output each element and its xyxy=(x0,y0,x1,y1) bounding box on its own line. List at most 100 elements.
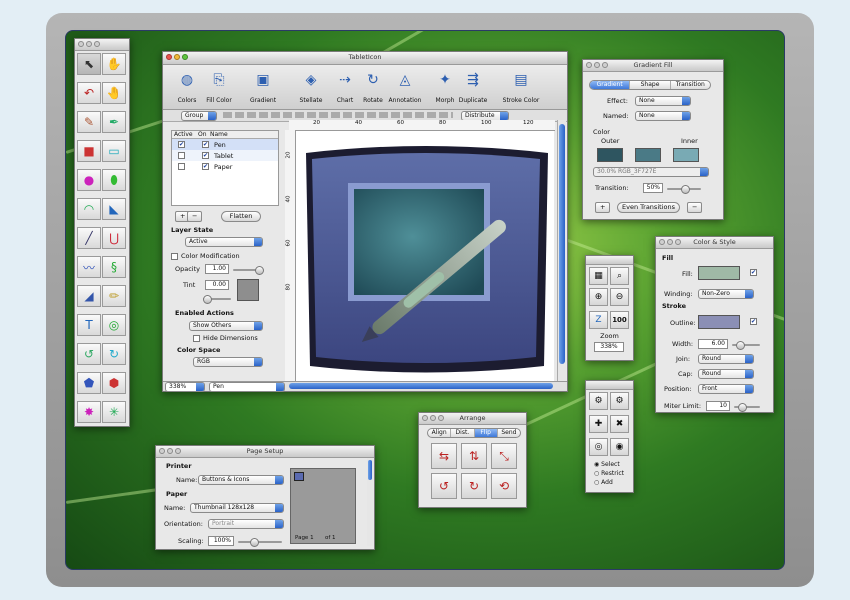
select-tool-icon[interactable]: ⚙ xyxy=(589,392,608,410)
toolbar-duplicate-button[interactable]: ⇶ Duplicate xyxy=(453,71,493,104)
remove-layer-button[interactable]: − xyxy=(187,211,203,222)
cap-dropdown[interactable]: Round xyxy=(698,369,754,379)
col-on[interactable]: On xyxy=(198,131,210,138)
tint-slider[interactable] xyxy=(203,295,231,304)
miter-slider[interactable] xyxy=(734,403,760,412)
named-dropdown[interactable]: None xyxy=(635,111,691,121)
tool-2-icon[interactable]: ↶ xyxy=(77,82,101,104)
opacity-slider[interactable] xyxy=(233,266,264,275)
tool-5-icon[interactable]: ✒ xyxy=(102,111,126,133)
zoom-field[interactable]: 338% xyxy=(594,342,624,352)
subtract-tool-icon[interactable]: ✖ xyxy=(610,415,629,433)
effect-dropdown[interactable]: None xyxy=(635,96,691,106)
miter-field[interactable]: 10 xyxy=(706,401,730,411)
tool-25-icon[interactable]: ✳ xyxy=(102,401,126,423)
tool-6-icon[interactable]: ■ xyxy=(77,140,101,162)
tint-color-well[interactable] xyxy=(237,279,259,301)
tool-17-icon[interactable]: ✏ xyxy=(102,285,126,307)
gradient-add-button[interactable]: + xyxy=(595,202,611,213)
tool-21-icon[interactable]: ↻ xyxy=(102,343,126,365)
tab-gradient[interactable]: Gradient xyxy=(590,81,631,89)
zoom-out-icon[interactable]: ⊖ xyxy=(610,288,629,306)
tool-1-icon[interactable]: ✋ xyxy=(102,53,126,75)
layer-row[interactable]: ✔ ✔ Pen xyxy=(172,139,278,150)
winding-dropdown[interactable]: Non-Zero xyxy=(698,289,754,299)
canvas[interactable] xyxy=(296,131,554,381)
lasso-tool-icon[interactable]: ◎ xyxy=(589,438,608,456)
tool-7-icon[interactable]: ▭ xyxy=(102,140,126,162)
enabled-actions-dropdown[interactable]: Show Others xyxy=(189,321,263,331)
width-field[interactable]: 6.00 xyxy=(698,339,728,349)
tool-20-icon[interactable]: ↺ xyxy=(77,343,101,365)
flip-horizontal-icon[interactable]: ⇆ xyxy=(431,443,457,469)
layer-active-checkbox[interactable] xyxy=(178,152,185,159)
tab-dist[interactable]: Dist. xyxy=(451,429,475,437)
outline-color-well[interactable] xyxy=(698,315,740,329)
color-modification-checkbox[interactable] xyxy=(171,253,178,260)
radio-restrict[interactable]: ○ Restrict xyxy=(594,469,624,478)
transition-slider[interactable] xyxy=(667,185,701,194)
hide-dimensions-checkbox[interactable] xyxy=(193,335,200,342)
opacity-field[interactable]: 1.00 xyxy=(205,264,229,274)
col-name[interactable]: Name xyxy=(210,131,228,138)
rotate-left-icon[interactable]: ↺ xyxy=(431,473,457,499)
position-dropdown[interactable]: Front xyxy=(698,384,754,394)
paper-dropdown[interactable]: Thumbnail 128x128 xyxy=(190,503,284,513)
tool-8-icon[interactable]: ● xyxy=(77,169,101,191)
color-value-dropdown[interactable]: 30.0% RGB_3F727E xyxy=(593,167,709,177)
rotate-right-icon[interactable]: ↻ xyxy=(461,473,487,499)
width-slider[interactable] xyxy=(732,341,760,350)
radio-add[interactable]: ○ Add xyxy=(594,478,624,487)
scaling-slider[interactable] xyxy=(238,538,282,547)
tool-3-icon[interactable]: 🤚 xyxy=(102,82,126,104)
tool-16-icon[interactable]: ◢ xyxy=(77,285,101,307)
layer-active-checkbox[interactable]: ✔ xyxy=(178,141,185,148)
tool-15-icon[interactable]: § xyxy=(102,256,126,278)
join-dropdown[interactable]: Round xyxy=(698,354,754,364)
flip-vertical-icon[interactable]: ⇅ xyxy=(461,443,487,469)
tool-22-icon[interactable]: ⬟ xyxy=(77,372,101,394)
horizontal-scrollbar[interactable] xyxy=(289,383,553,389)
vertical-scrollbar[interactable] xyxy=(557,120,566,382)
tool-23-icon[interactable]: ⬢ xyxy=(102,372,126,394)
tool-12-icon[interactable]: ╱ xyxy=(77,227,101,249)
tab-shape[interactable]: Shape xyxy=(630,81,671,89)
flip-diagonal-icon[interactable]: ⤡ xyxy=(491,443,517,469)
tab-flip[interactable]: Flip xyxy=(474,429,498,437)
zoom-100-button[interactable]: 100 xyxy=(610,311,629,329)
toolbar-fill-color-button[interactable]: ⎘ Fill Color xyxy=(199,71,239,104)
tool-0-icon[interactable]: ⬉ xyxy=(77,53,101,75)
printer-dropdown[interactable]: Buttons & Icons xyxy=(198,475,284,485)
zoom-search-icon[interactable]: ⌕ xyxy=(610,267,629,285)
zoom-z-icon[interactable]: Z xyxy=(589,311,608,329)
tool-19-icon[interactable]: ◎ xyxy=(102,314,126,336)
layer-dropdown[interactable]: Pen xyxy=(209,382,285,392)
tint-field[interactable]: 0.00 xyxy=(205,280,229,290)
tool-14-icon[interactable]: 〰 xyxy=(77,256,101,278)
layer-row[interactable]: ✔ Paper xyxy=(172,161,278,172)
toolbar-stroke-color-button[interactable]: ▤ Stroke Color xyxy=(501,71,541,104)
layer-state-dropdown[interactable]: Active xyxy=(185,237,263,247)
toolbar-annotation-button[interactable]: ◬ Annotation xyxy=(385,71,425,104)
radio-select[interactable]: ◉ Select xyxy=(594,460,624,469)
gradient-remove-button[interactable]: − xyxy=(687,202,703,213)
tool-11-icon[interactable]: ◣ xyxy=(102,198,126,220)
tab-align[interactable]: Align xyxy=(428,429,452,437)
tab-send[interactable]: Send xyxy=(498,429,520,437)
tool-13-icon[interactable]: ⋃ xyxy=(102,227,126,249)
scaling-field[interactable]: 100% xyxy=(208,536,234,546)
outline-checkbox[interactable]: ✔ xyxy=(750,318,757,325)
add-tool-icon[interactable]: ✚ xyxy=(589,415,608,433)
flatten-button[interactable]: Flatten xyxy=(221,211,261,222)
orientation-dropdown[interactable]: Portrait xyxy=(208,519,284,529)
zoom-in-icon[interactable]: ⊕ xyxy=(589,288,608,306)
tool-10-icon[interactable]: ◠ xyxy=(77,198,101,220)
inner-color-well[interactable] xyxy=(673,148,699,162)
toolbar-gradient-button[interactable]: ▣ Gradient xyxy=(243,71,283,104)
layer-row[interactable]: ✔ Tablet xyxy=(172,150,278,161)
rotate-free-icon[interactable]: ⟲ xyxy=(491,473,517,499)
even-transitions-button[interactable]: Even Transitions xyxy=(617,202,680,213)
tool-18-icon[interactable]: T xyxy=(77,314,101,336)
outer-color-well[interactable] xyxy=(597,148,623,162)
transition-field[interactable]: 50% xyxy=(643,183,663,193)
